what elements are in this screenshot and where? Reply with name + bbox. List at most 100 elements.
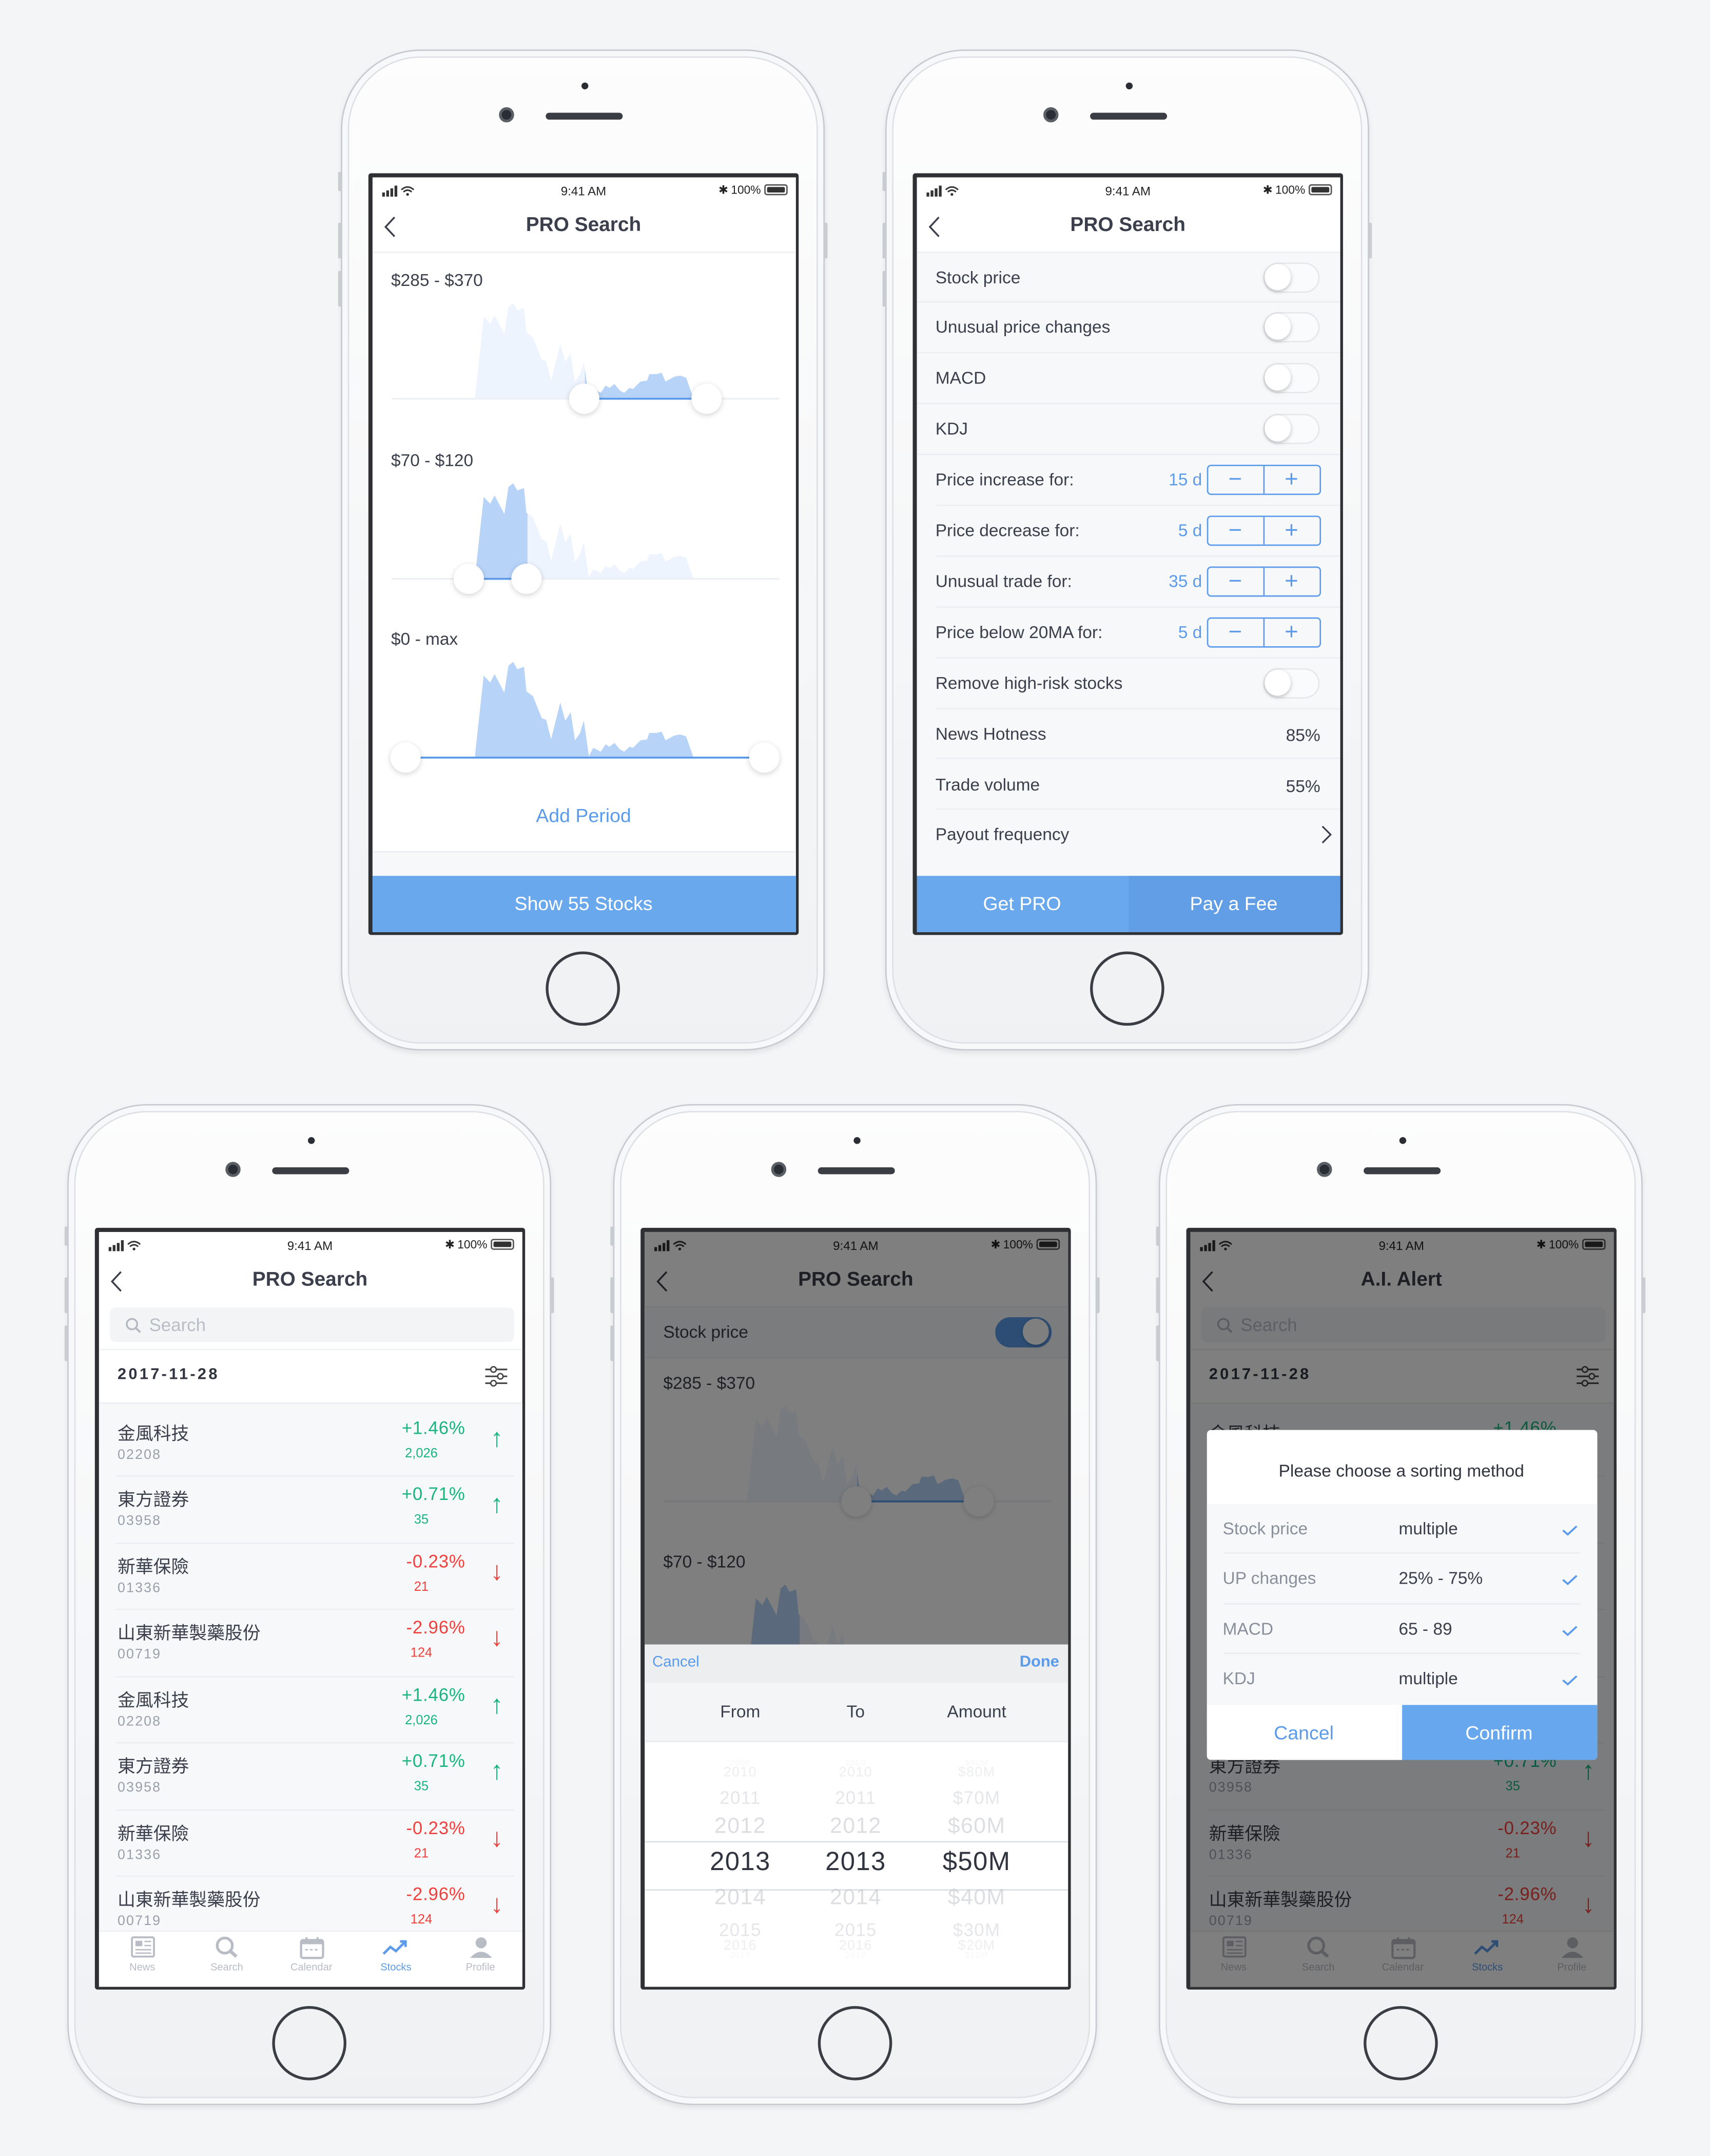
picker-option[interactable]: 2015	[678, 1919, 802, 1940]
tab-label: Calendar	[290, 1960, 333, 1973]
picker-option[interactable]: 2011	[678, 1787, 802, 1808]
filter-toggle[interactable]	[1262, 414, 1319, 445]
picker-selected-option[interactable]: 2013	[678, 1849, 802, 1879]
tab-news[interactable]: News	[108, 1934, 177, 1972]
phone-ai-alert: 9:41 AM✱100%A.I. AlertSearch2017-11-28金風…	[1156, 1104, 1646, 2105]
arrow-up-icon: ↑	[490, 1490, 504, 1519]
toggle-knob	[1264, 314, 1290, 340]
filter-value: 15 d	[1169, 470, 1202, 490]
status-right: ✱100%	[1263, 182, 1332, 197]
divider	[98, 1348, 522, 1350]
picker-option[interactable]: $40M	[915, 1886, 1039, 1911]
increment-button[interactable]: +	[1262, 517, 1319, 545]
dialog-confirm-button[interactable]: Confirm	[1401, 1704, 1597, 1760]
pay-fee-button[interactable]: Pay a Fee	[1128, 875, 1340, 932]
day-stepper: − +	[1206, 617, 1320, 648]
stock-row[interactable]: 金風科技 02208 +1.46% 2,026 ↑	[114, 1410, 514, 1477]
filter-sliders-icon[interactable]	[483, 1364, 508, 1387]
decrement-button[interactable]: −	[1208, 619, 1262, 646]
picker-option[interactable]: $30M	[915, 1919, 1039, 1940]
picker-option[interactable]: $80M	[915, 1765, 1039, 1780]
stock-name: 東方證券	[118, 1756, 189, 1777]
filter-toggle[interactable]	[1262, 262, 1319, 293]
filter-value: 5 d	[1178, 521, 1202, 541]
picker-option[interactable]: 2016	[678, 1938, 802, 1953]
slider-max-handle[interactable]	[691, 382, 722, 413]
stock-row[interactable]: 山東新華製藥股份 00719 -2.96% 124 ↓	[114, 1610, 514, 1677]
slider-min-handle[interactable]	[569, 382, 599, 413]
picker-option[interactable]: $70M	[915, 1787, 1039, 1808]
stock-row[interactable]: 東方證券 03958 +0.71% 35 ↑	[114, 1477, 514, 1544]
battery-percent: 100%	[731, 183, 761, 197]
home-button[interactable]	[818, 2006, 892, 2081]
day-stepper: − +	[1206, 515, 1320, 546]
filter-toggle[interactable]	[1262, 667, 1319, 698]
picker-option[interactable]: 2017	[678, 1953, 802, 1961]
sort-option-row[interactable]: UP changes 25% - 75%	[1206, 1553, 1597, 1604]
status-bar: 9:41 AM✱100%	[99, 1231, 522, 1256]
sort-option-label: KDJ	[1222, 1669, 1255, 1689]
picker-option[interactable]: 2015	[794, 1919, 918, 1940]
stock-name: 山東新華製藥股份	[118, 1622, 261, 1643]
sort-option-row[interactable]: KDJ multiple	[1206, 1654, 1597, 1705]
home-button[interactable]	[1090, 951, 1164, 1026]
increment-button[interactable]: +	[1262, 466, 1319, 494]
increment-button[interactable]: +	[1262, 567, 1319, 595]
stock-row[interactable]: 新華保險 01336 -0.23% 21 ↓	[114, 1810, 514, 1877]
home-button[interactable]	[546, 951, 620, 1026]
picker-selected-option[interactable]: 2013	[794, 1849, 918, 1879]
picker-option[interactable]: 2010	[678, 1765, 802, 1780]
increment-button[interactable]: +	[1262, 618, 1319, 646]
picker-option[interactable]: $10M	[915, 1953, 1039, 1961]
screen-content: 9:41 AM✱100%A.I. AlertSearch2017-11-28金風…	[1190, 1231, 1614, 1987]
picker-option[interactable]: $60M	[915, 1815, 1039, 1840]
picker-option[interactable]: 2017	[794, 1953, 918, 1961]
picker-option[interactable]: 2014	[678, 1886, 802, 1911]
filter-label: Stock price	[935, 267, 1021, 287]
status-bar: 9:41 AM✱100%	[372, 177, 795, 201]
filter-toggle[interactable]	[1262, 363, 1319, 394]
picker-option[interactable]: $20M	[915, 1938, 1039, 1953]
decrement-button[interactable]: −	[1208, 568, 1262, 595]
show-stocks-button[interactable]: Show 55 Stocks	[372, 875, 795, 932]
picker-option[interactable]: 2012	[678, 1815, 802, 1840]
get-pro-button[interactable]: Get PRO	[916, 875, 1128, 932]
tab-calendar[interactable]: Calendar	[277, 1934, 346, 1972]
decrement-button[interactable]: −	[1208, 517, 1262, 545]
stock-volume: 2,026	[405, 1712, 438, 1728]
picker-option[interactable]: 2012	[794, 1815, 918, 1840]
picker-option[interactable]: 2016	[794, 1938, 918, 1953]
dialog-cancel-button[interactable]: Cancel	[1206, 1704, 1402, 1760]
stock-row[interactable]: 金風科技 02208 +1.46% 2,026 ↑	[114, 1677, 514, 1744]
filter-row[interactable]: Payout frequency	[936, 811, 1339, 861]
stock-row[interactable]: 東方證券 03958 +0.71% 35 ↑	[114, 1743, 514, 1811]
stock-row[interactable]: 新華保險 01336 -0.23% 21 ↓	[114, 1544, 514, 1610]
picker-cancel-button[interactable]: Cancel	[652, 1653, 699, 1670]
phone-filters: 9:41 AM ✱ 100% PRO Search Stock price Unusual…	[882, 49, 1372, 1051]
tab-search[interactable]: Search	[192, 1934, 261, 1972]
decrement-button[interactable]: −	[1208, 466, 1262, 494]
stock-change: -0.23%	[406, 1817, 465, 1838]
picker-option[interactable]: 2010	[794, 1765, 918, 1780]
home-button[interactable]	[272, 2006, 346, 2081]
tab-profile[interactable]: Profile	[446, 1934, 515, 1972]
sort-option-row[interactable]: Stock price multiple	[1206, 1503, 1597, 1554]
filter-toggle[interactable]	[1262, 313, 1319, 343]
picker-option[interactable]: 2011	[794, 1787, 918, 1808]
screen: 9:41 AM ✱ 100% PRO Search Stock price Unusual…	[912, 173, 1343, 935]
filter-label: Trade volume	[935, 775, 1040, 794]
stock-row[interactable]: 山東新華製藥股份 00719 -2.96% 124 ↓	[115, 1877, 514, 1930]
sort-option-row[interactable]: MACD 65 - 89	[1206, 1604, 1597, 1654]
picker-selected-option[interactable]: $50M	[915, 1849, 1039, 1879]
range-distribution-chart	[391, 661, 779, 758]
add-period-link[interactable]: Add Period	[372, 804, 795, 826]
screen: 9:41 AM✱100%A.I. AlertSearch2017-11-28金風…	[1186, 1227, 1617, 1990]
page-title: PRO Search	[526, 214, 642, 236]
tab-stocks[interactable]: Stocks	[361, 1934, 430, 1972]
home-button[interactable]	[1364, 2006, 1438, 2081]
picker-done-button[interactable]: Done	[1020, 1653, 1059, 1670]
arrow-down-icon: ↓	[490, 1557, 504, 1586]
search-input[interactable]: Search	[109, 1306, 514, 1341]
picker-option[interactable]: 2014	[794, 1886, 918, 1911]
filter-row: MACD	[916, 354, 1340, 405]
